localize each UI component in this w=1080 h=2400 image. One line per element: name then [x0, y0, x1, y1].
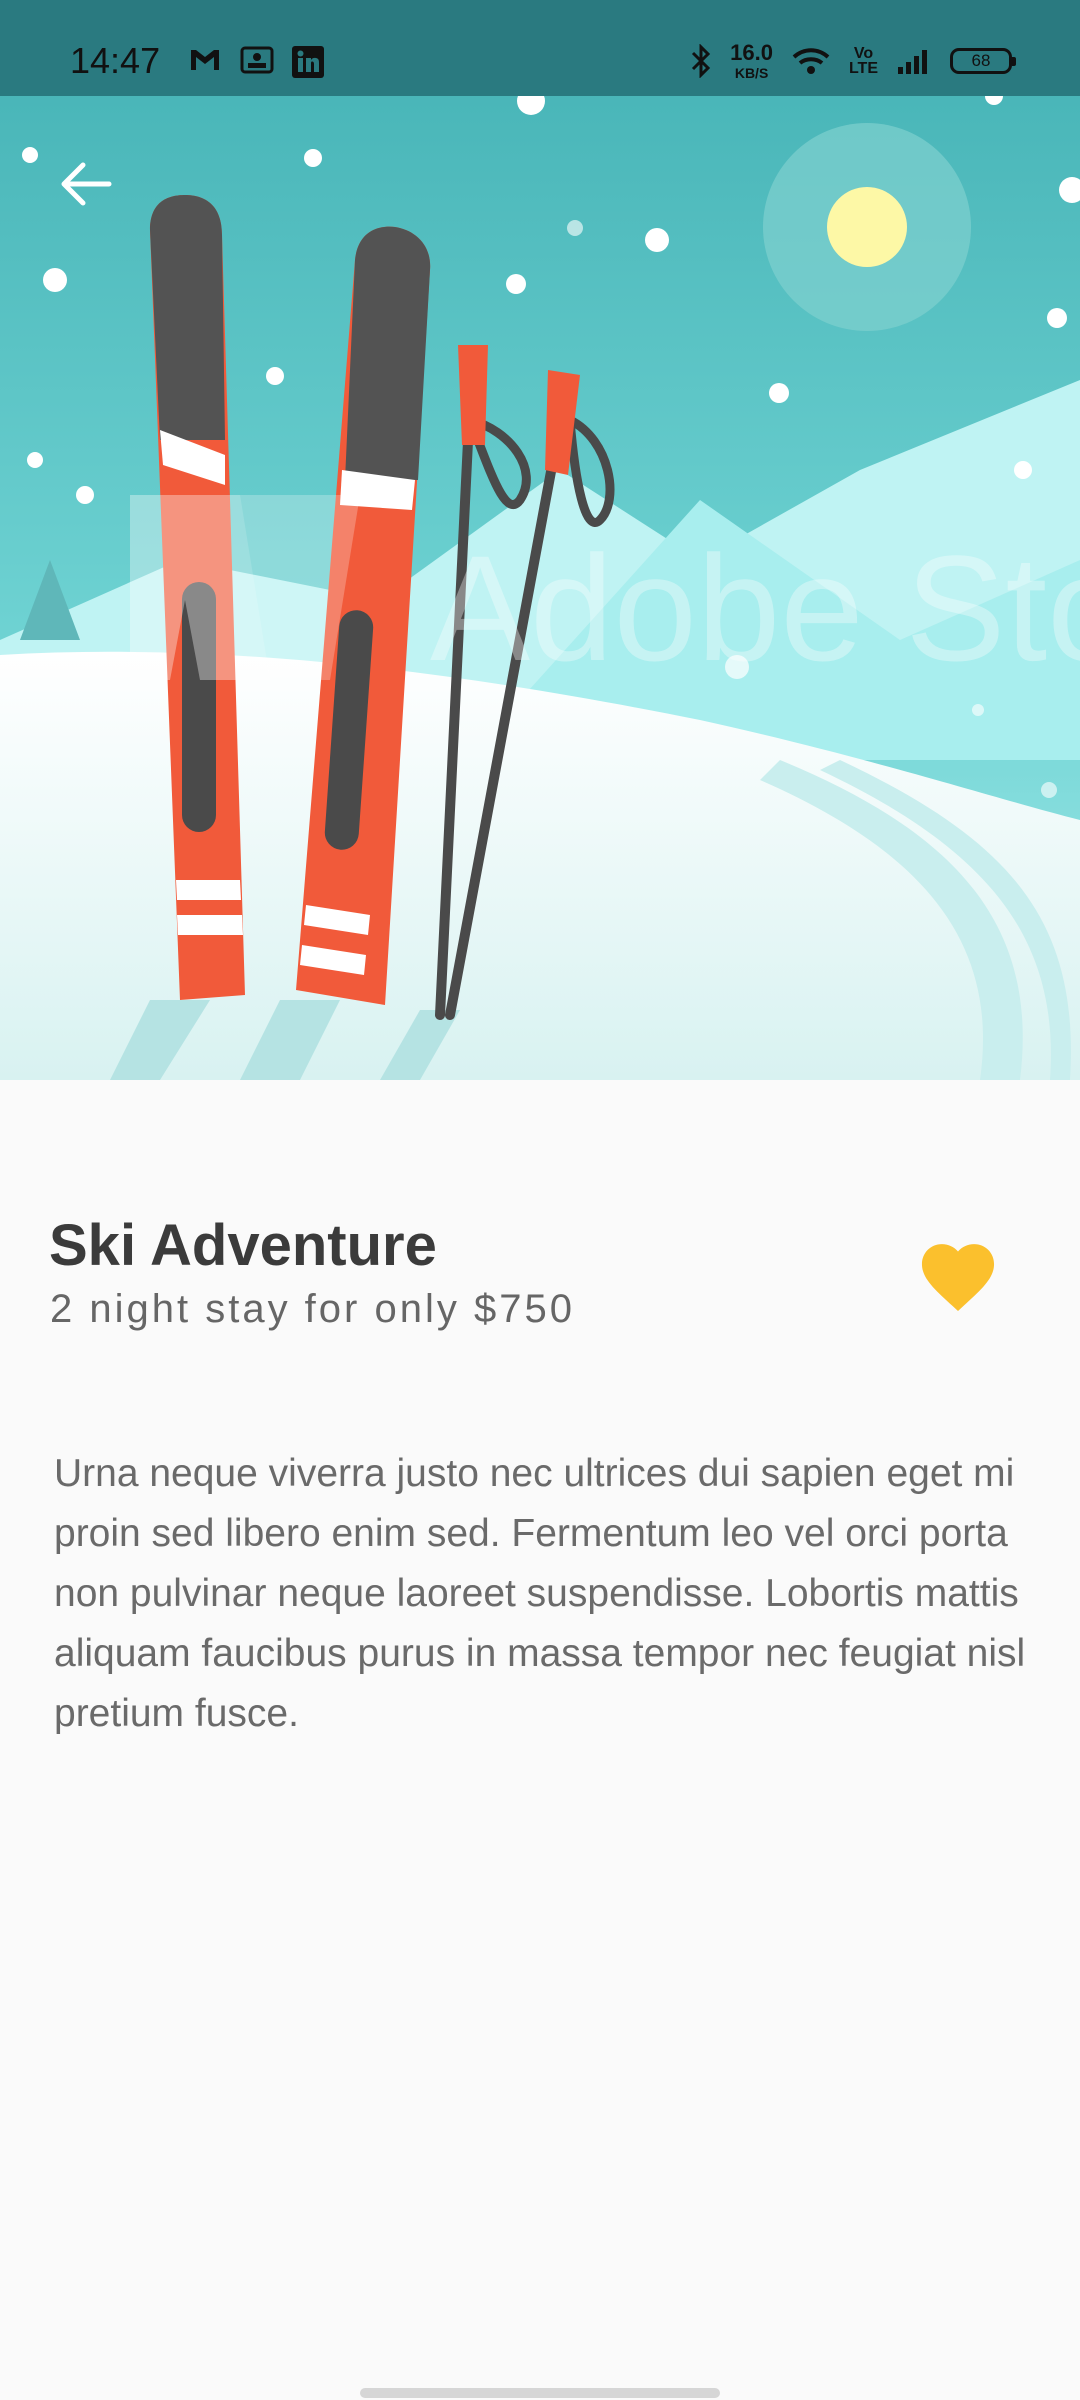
volte-indicator: Vo LTE [848, 44, 878, 77]
gmail-icon [191, 50, 219, 70]
signal-icon [898, 50, 927, 74]
bluetooth-icon [692, 44, 711, 78]
battery-icon: 68 [950, 48, 1016, 74]
page-subtitle: 2 night stay for only $750 [50, 1287, 575, 1331]
network-speed-value: 16.0 [730, 40, 773, 65]
watermark-text: Adobe Sto [430, 524, 1080, 692]
home-indicator[interactable] [360, 2388, 720, 2398]
watermark: Adobe Sto [130, 495, 1080, 692]
back-button[interactable] [50, 148, 122, 220]
status-bar: 14:47 16.0 KB/S Vo LTE 68 [0, 0, 1080, 96]
hero-image: Adobe Sto [0, 0, 1080, 1080]
description-text: Urna neque viverra justo nec ultrices du… [54, 1452, 1026, 1735]
linkedin-icon [292, 46, 324, 78]
volte-line-1: Vo [853, 44, 874, 62]
notification-icons [188, 46, 324, 78]
network-speed: 16.0 KB/S [730, 40, 773, 81]
wifi-icon [792, 48, 830, 74]
arrow-back-icon [61, 162, 112, 206]
ski-illustration: Adobe Sto [0, 0, 1080, 1080]
photos-icon [240, 46, 274, 74]
heart-icon [921, 1244, 995, 1311]
volte-line-2: LTE [848, 60, 878, 77]
network-speed-unit: KB/S [734, 65, 769, 81]
page-title: Ski Adventure [49, 1213, 437, 1278]
system-status-icons: 16.0 KB/S Vo LTE 68 [690, 40, 1016, 81]
favorite-button[interactable] [916, 1236, 1000, 1316]
status-time: 14:47 [70, 40, 161, 81]
